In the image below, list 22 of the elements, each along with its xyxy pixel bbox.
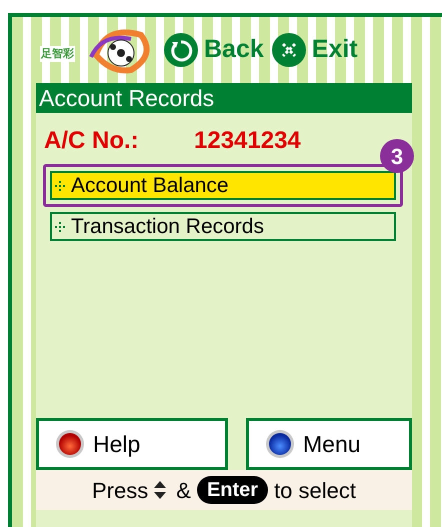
round-button-icon bbox=[55, 429, 85, 459]
soft-key-button[interactable]: Menu bbox=[246, 418, 412, 470]
account-label: A/C No.: bbox=[44, 126, 140, 156]
bullet-icon bbox=[55, 222, 65, 232]
round-button-icon bbox=[265, 429, 295, 459]
step-badge: 3 bbox=[380, 139, 414, 173]
bullet-icon bbox=[55, 180, 65, 190]
account-number: 12341234 bbox=[194, 126, 301, 156]
enter-key: Enter bbox=[196, 476, 268, 504]
hint-text: Press bbox=[92, 476, 148, 504]
close-icon bbox=[272, 33, 306, 67]
soft-key-button[interactable]: Help bbox=[36, 418, 228, 470]
hint-text: to select bbox=[274, 476, 356, 504]
menu-item[interactable]: Account Balance bbox=[50, 171, 396, 200]
menu-item[interactable]: Transaction Records bbox=[50, 212, 396, 241]
up-down-icon bbox=[154, 481, 166, 499]
page-title: Account Records bbox=[36, 83, 412, 113]
hint-text: & bbox=[176, 476, 191, 504]
nav-button[interactable]: Back bbox=[164, 31, 264, 69]
nav-button[interactable]: Exit bbox=[272, 31, 358, 69]
logo-text: 足智彩 bbox=[40, 46, 75, 62]
back-icon bbox=[164, 33, 198, 67]
